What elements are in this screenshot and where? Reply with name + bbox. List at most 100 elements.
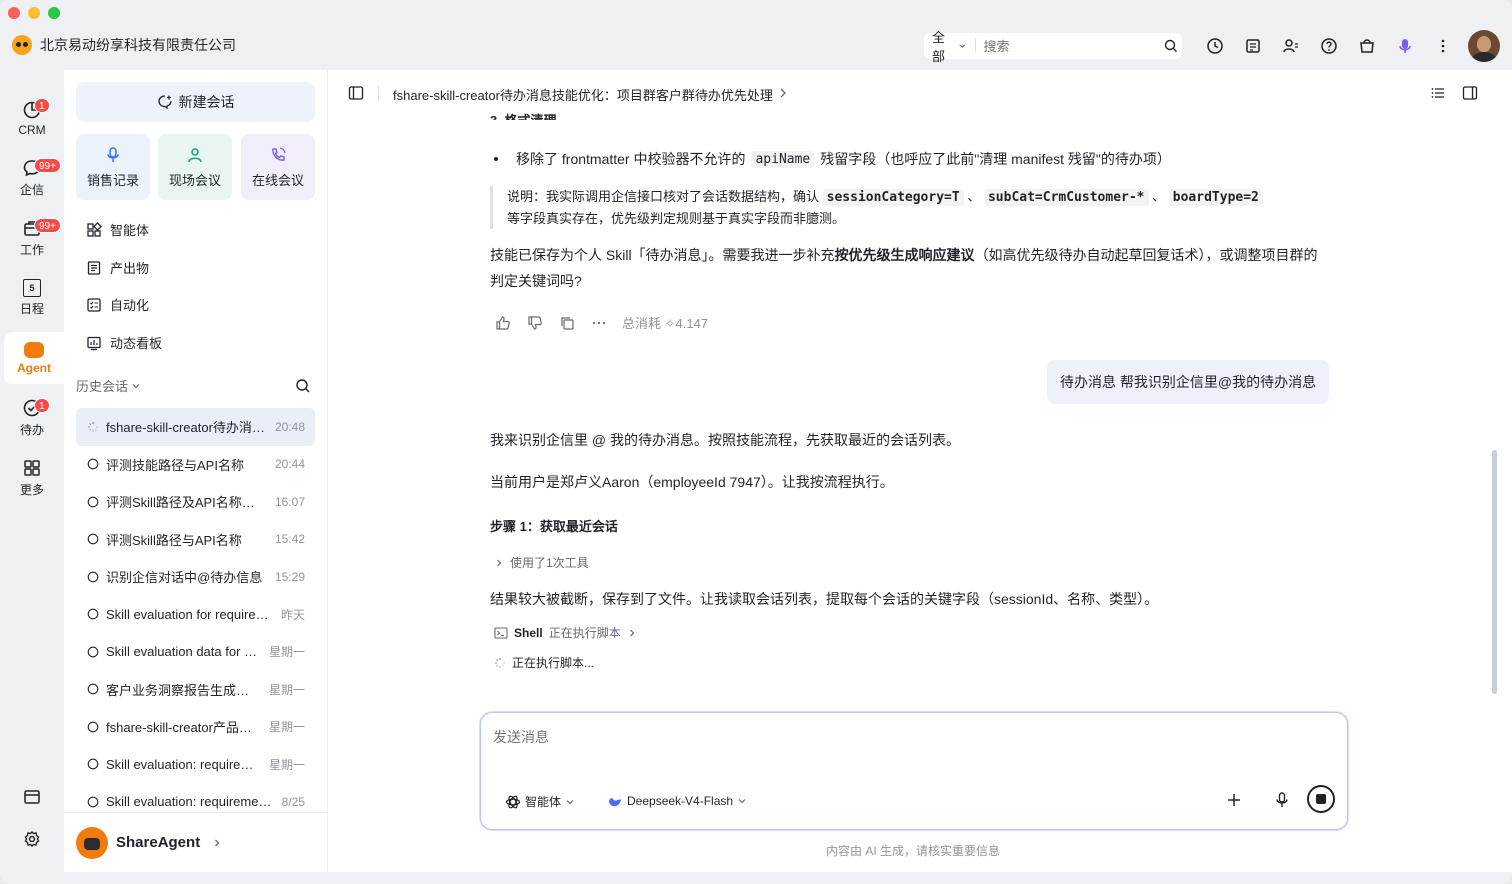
user-avatar[interactable]: [1468, 30, 1500, 62]
bullet-text-tail: 残留字段（也呼应了此前"清理 manifest 残留"的待办项）: [820, 151, 1171, 167]
rail-item-agent[interactable]: Agent: [4, 332, 64, 384]
more-vertical-icon[interactable]: [1431, 34, 1455, 58]
chat-bubble-icon: [86, 645, 100, 659]
deepseek-whale-icon: [609, 797, 621, 807]
search-scope-label: 全部: [932, 30, 946, 64]
copy-icon[interactable]: [558, 314, 576, 332]
history-list: fshare-skill-creator待办消息技能优化 20:48 评测技能路…: [76, 408, 315, 821]
history-title: 评测技能路径与API名称: [106, 457, 244, 473]
attach-plus-icon[interactable]: [1225, 791, 1243, 809]
history-item[interactable]: 客户业务洞察报告生成技能 星期一: [76, 671, 315, 709]
more-horizontal-icon[interactable]: [590, 314, 608, 332]
menu-item-automation[interactable]: 自动化: [86, 295, 149, 314]
online-meeting-label: 在线会议: [251, 172, 304, 188]
search-icon[interactable]: [1160, 33, 1182, 59]
rail-item-todo[interactable]: 待办 1: [4, 392, 60, 444]
conversation-title[interactable]: fshare-skill-creator待办消息技能优化：项目群客户群待办优先处…: [393, 85, 773, 104]
agent-profile-button[interactable]: ShareAgent: [64, 812, 327, 872]
stop-generation-button[interactable]: [1307, 785, 1335, 813]
shell-tool-row[interactable]: Shell 正在执行脚本: [494, 624, 637, 641]
right-panel-toggle-icon[interactable]: [1462, 85, 1478, 101]
shell-status: 正在执行脚本: [548, 626, 621, 640]
blockquote-note: 说明：我实际调用企信接口核对了会话数据结构，确认 sessionCategory…: [490, 186, 1320, 229]
loading-spinner-icon: [86, 420, 100, 434]
list-outline-icon[interactable]: [1430, 85, 1446, 101]
nav-rail: CRM 1 企信 99+ 工作 99+ 5 日程 Agent 待办 1 更多: [0, 70, 64, 884]
scrollbar-thumb[interactable]: [1492, 450, 1497, 694]
rail-item-schedule[interactable]: 5 日程: [4, 272, 60, 324]
reply-paragraph: 我来识别企信里 @ 我的待办消息。按照技能流程，先获取最近的会话列表。: [490, 432, 960, 448]
notes-icon[interactable]: [1241, 34, 1265, 58]
history-item[interactable]: Skill evaluation: requirements 星期一: [76, 746, 315, 784]
onsite-meeting-label: 现场会议: [168, 172, 221, 188]
menu-item-dashboard[interactable]: 动态看板: [86, 333, 162, 352]
history-title: Skill evaluation: requirements check: [106, 794, 274, 810]
message-composer: 智能体 Deepseek-V4-Flash: [480, 712, 1348, 830]
note-text-tail: 等字段真实存在，优先级判定规则基于真实字段而非臆测。: [507, 211, 846, 226]
chat-bubble-icon: [86, 495, 100, 509]
history-item[interactable]: 识别企信对话中@待办信息 15:29: [76, 558, 315, 596]
chevron-right-icon[interactable]: [778, 85, 788, 101]
history-item[interactable]: fshare-skill-creator待办消息技能优化 20:48: [76, 408, 315, 446]
history-time: 星期一: [268, 757, 305, 772]
history-title: 客户业务洞察报告生成技能: [106, 682, 261, 698]
help-icon[interactable]: [1317, 34, 1341, 58]
onsite-meeting-button[interactable]: 现场会议: [158, 134, 232, 200]
rail-item-crm[interactable]: CRM 1: [4, 92, 60, 144]
settings-gear-icon[interactable]: [20, 827, 44, 851]
history-search-icon[interactable]: [295, 378, 311, 394]
agent-selector[interactable]: 智能体: [505, 793, 575, 810]
history-item[interactable]: 评测Skill路径与API名称 15:42: [76, 521, 315, 559]
sales-record-button[interactable]: 销售记录: [76, 134, 150, 200]
model-selector[interactable]: Deepseek-V4-Flash: [607, 793, 747, 809]
maximize-window-button[interactable]: [48, 7, 60, 19]
history-clock-icon[interactable]: [1203, 34, 1227, 58]
model-selector-label: Deepseek-V4-Flash: [627, 794, 734, 808]
close-window-button[interactable]: [8, 7, 20, 19]
microphone-icon[interactable]: [1273, 791, 1291, 809]
chevron-right-icon: [215, 839, 220, 846]
chat-bubble-icon: [86, 795, 100, 809]
top-toolbar: [1203, 34, 1455, 58]
rail-item-qixin[interactable]: 企信 99+: [4, 152, 61, 204]
history-item[interactable]: 评测技能路径与API名称 20:44: [76, 446, 315, 484]
todo-badge: 1: [34, 398, 50, 413]
window-layout-icon[interactable]: [20, 785, 44, 809]
online-meeting-button[interactable]: 在线会议: [241, 134, 315, 200]
inline-code: apiName: [751, 150, 815, 168]
global-search[interactable]: 全部: [924, 30, 1182, 64]
rail-item-more[interactable]: 更多: [4, 452, 60, 504]
history-item[interactable]: Skill evaluation data for review 星期一: [76, 633, 315, 671]
contacts-icon[interactable]: [1279, 34, 1303, 58]
window-controls: [8, 7, 60, 19]
minimize-window-button[interactable]: [28, 7, 40, 19]
history-item[interactable]: Skill evaluation for requirements 昨天: [76, 596, 315, 634]
history-item[interactable]: fshare-skill-creator产品技能 星期一: [76, 708, 315, 746]
meeting-people-icon: [188, 147, 202, 162]
inline-code: subCat=CrmCustomer-*: [983, 189, 1149, 206]
thumbs-up-icon[interactable]: [494, 314, 512, 332]
company-switcher[interactable]: 北京易动纷享科技有限责任公司: [12, 35, 236, 55]
message-input[interactable]: [493, 727, 1333, 777]
menu-item-agents[interactable]: 智能体: [86, 220, 149, 239]
history-filter[interactable]: 历史会话: [76, 376, 141, 395]
search-scope-select[interactable]: 全部: [924, 30, 976, 64]
chat-bubble-icon: [86, 532, 100, 546]
summary-text: 技能已保存为个人 Skill「待办消息」。需要我进一步补充: [490, 247, 835, 263]
history-item[interactable]: 评测Skill路径及API名称准确性 16:07: [76, 483, 315, 521]
search-input[interactable]: [975, 38, 1160, 54]
new-chat-button[interactable]: 新建会话: [76, 82, 315, 122]
menu-item-outputs[interactable]: 产出物: [86, 258, 149, 277]
running-label: 正在执行脚本...: [512, 656, 595, 670]
thumbs-down-icon[interactable]: [526, 314, 544, 332]
history-time: 15:42: [274, 532, 305, 547]
rail-label-crm: CRM: [18, 122, 46, 137]
share-agent-logo-icon: [76, 826, 108, 859]
title-bar: 北京易动纷享科技有限责任公司 全部: [0, 0, 1512, 70]
sidebar-toggle-icon[interactable]: [348, 85, 364, 101]
chat-bubble-icon: [86, 457, 100, 471]
voice-assistant-icon[interactable]: [1393, 34, 1417, 58]
tool-usage-toggle[interactable]: 使用了1次工具: [494, 554, 589, 571]
rail-item-work[interactable]: 工作 99+: [4, 212, 61, 264]
store-icon[interactable]: [1355, 34, 1379, 58]
